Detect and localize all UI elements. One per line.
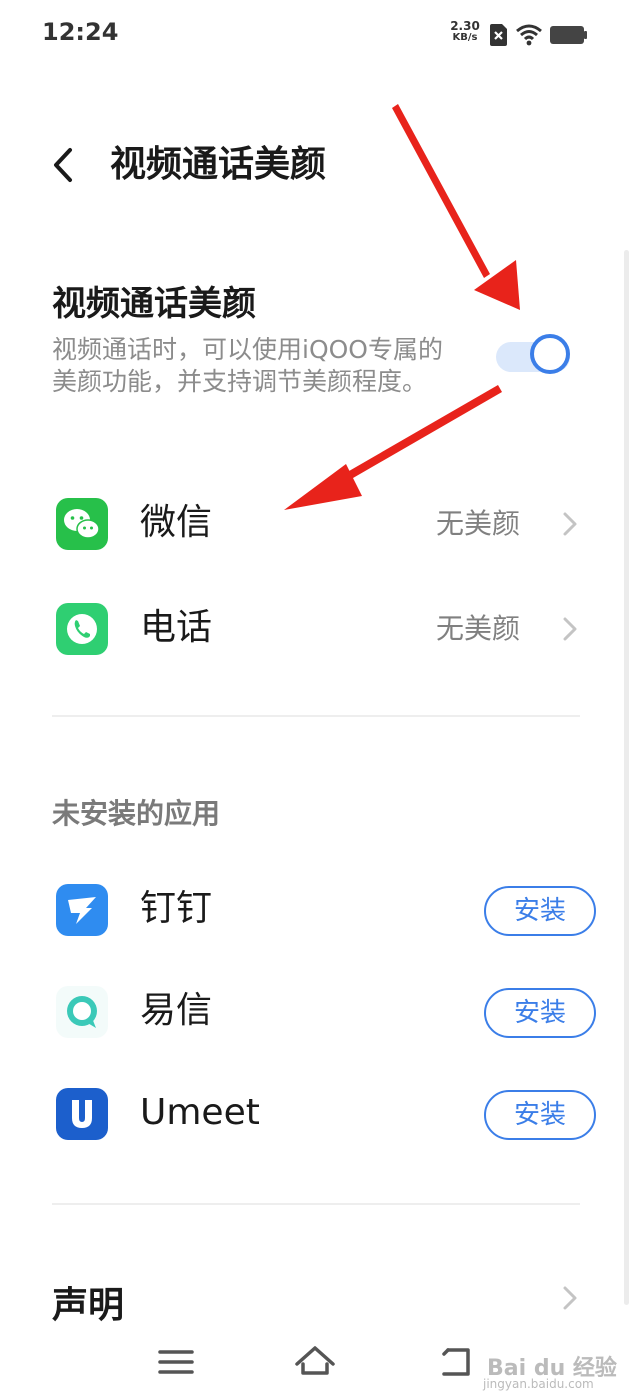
section-header-uninstalled: 未安装的应用 — [52, 797, 221, 830]
toggle-thumb — [530, 334, 570, 374]
sim-x-icon — [490, 24, 507, 46]
app-name: 微信 — [140, 502, 213, 543]
app-row-umeet: Umeet 安装 — [0, 1068, 630, 1158]
network-speed-value: 2.30 — [450, 19, 480, 33]
install-button[interactable]: 安装 — [484, 886, 596, 936]
status-time: 12:24 — [42, 18, 119, 46]
chevron-right-icon — [563, 1286, 577, 1310]
app-row-phone[interactable]: 电话 无美颜 — [0, 583, 630, 673]
status-bar: 12:24 2.30 KB/s — [0, 0, 630, 70]
wechat-icon — [56, 498, 108, 550]
app-row-dingtalk: 钉钉 安装 — [0, 864, 630, 954]
watermark-subtext: jingyan.baidu.com — [483, 1377, 594, 1391]
annotation-arrows — [284, 104, 520, 510]
divider — [52, 715, 580, 717]
app-name: Umeet — [140, 1092, 260, 1133]
app-name: 钉钉 — [140, 888, 213, 929]
back-icon[interactable] — [434, 1342, 480, 1382]
home-icon[interactable] — [292, 1342, 338, 1382]
header: 视频通话美颜 — [0, 120, 630, 210]
umeet-icon — [56, 1088, 108, 1140]
network-speed-unit: KB/s — [452, 32, 478, 43]
dingtalk-icon — [56, 884, 108, 936]
page-title: 视频通话美颜 — [110, 144, 327, 185]
yixin-icon — [56, 986, 108, 1038]
app-name: 易信 — [140, 990, 213, 1031]
app-name: 电话 — [140, 607, 213, 648]
app-row-wechat[interactable]: 微信 无美颜 — [0, 478, 630, 568]
beauty-level: 无美颜 — [435, 507, 520, 540]
beauty-toggle[interactable] — [496, 334, 580, 380]
back-button[interactable] — [46, 142, 86, 188]
beauty-level: 无美颜 — [435, 612, 520, 645]
statement-label: 声明 — [52, 1285, 125, 1326]
app-row-yixin: 易信 安装 — [0, 966, 630, 1056]
chevron-right-icon — [563, 617, 577, 641]
feature-title: 视频通话美颜 — [52, 284, 256, 324]
feature-description: 视频通话时，可以使用iQOO专属的美颜功能，并支持调节美颜程度。 — [52, 335, 443, 396]
install-button[interactable]: 安装 — [484, 1090, 596, 1140]
chevron-right-icon — [563, 512, 577, 536]
install-button[interactable]: 安装 — [484, 988, 596, 1038]
network-speed: 2.30 KB/s — [447, 20, 483, 44]
divider — [52, 1203, 580, 1205]
battery-icon — [550, 26, 587, 44]
phone-icon — [56, 603, 108, 655]
wifi-icon — [516, 24, 542, 46]
menu-icon[interactable] — [153, 1342, 199, 1382]
